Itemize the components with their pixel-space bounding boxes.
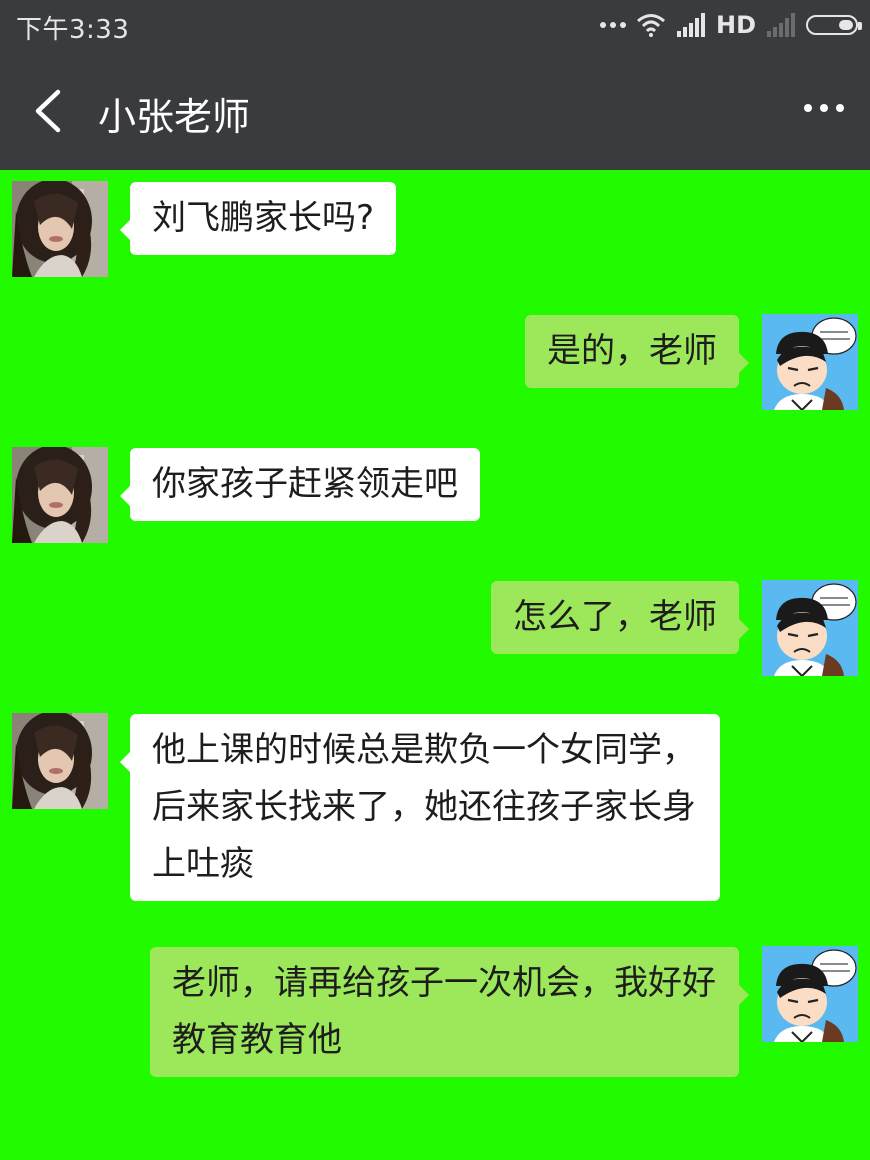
chat-title: 小张老师 bbox=[98, 95, 251, 139]
message-text: 怎么了，老师 bbox=[513, 597, 717, 637]
more-dots-icon bbox=[599, 22, 626, 28]
message-bubble: 怎么了，老师 bbox=[491, 581, 749, 654]
message-text: 老师，请再给孩子一次机会，我好好教育教育他 bbox=[172, 963, 716, 1060]
message-text: 刘飞鹏家长吗? bbox=[152, 198, 375, 238]
signal-icon bbox=[676, 13, 705, 37]
message-text: 他上课的时候总是欺负一个女同学，后来家长找来了，她还往孩子家长身上吐痰 bbox=[152, 730, 696, 884]
signal-empty-icon bbox=[767, 13, 795, 37]
teacher-avatar[interactable] bbox=[12, 181, 108, 277]
network-type: HD bbox=[715, 11, 756, 39]
wifi-icon bbox=[637, 14, 665, 37]
message-bubble: 刘飞鹏家长吗? bbox=[119, 182, 397, 255]
more-dots-icon[interactable] bbox=[804, 104, 844, 112]
status-bar: 下午3:33 HD bbox=[0, 0, 870, 52]
message-text: 你家孩子赶紧领走吧 bbox=[152, 464, 458, 504]
message-bubble: 是的，老师 bbox=[525, 315, 749, 388]
chevron-left-icon[interactable] bbox=[30, 88, 70, 134]
teacher-avatar[interactable] bbox=[12, 713, 108, 809]
parent-avatar[interactable] bbox=[762, 946, 858, 1042]
message-text: 是的，老师 bbox=[547, 331, 717, 371]
status-time: 下午3:33 bbox=[16, 15, 130, 45]
battery-icon bbox=[806, 15, 862, 35]
parent-avatar[interactable] bbox=[762, 314, 858, 410]
teacher-avatar[interactable] bbox=[12, 447, 108, 543]
chat-header: 小张老师 bbox=[0, 52, 870, 170]
message-bubble: 你家孩子赶紧领走吧 bbox=[120, 448, 480, 521]
message-bubble: 他上课的时候总是欺负一个女同学，后来家长找来了，她还往孩子家长身上吐痰 bbox=[120, 714, 720, 901]
status-icons: HD bbox=[599, 10, 862, 40]
parent-avatar[interactable] bbox=[762, 580, 858, 676]
message-bubble: 老师，请再给孩子一次机会，我好好教育教育他 bbox=[150, 947, 749, 1077]
